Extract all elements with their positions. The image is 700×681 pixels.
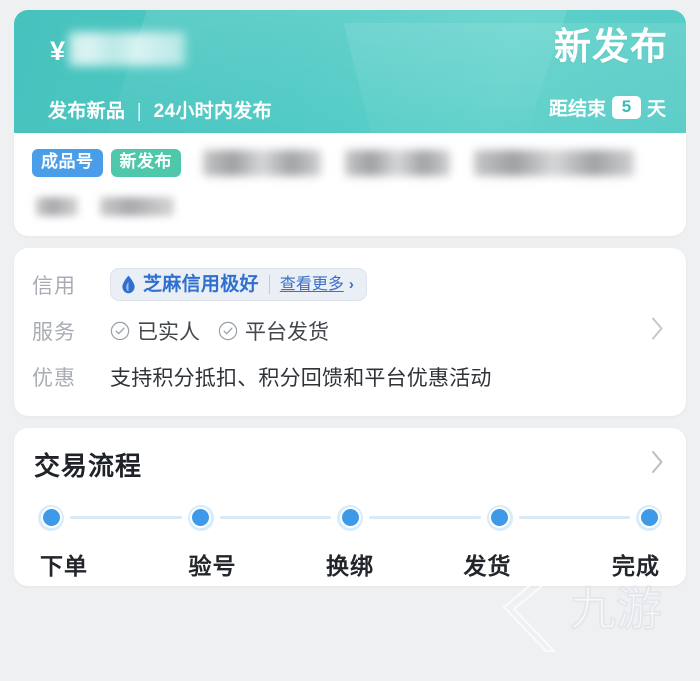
banner-subtitle-secondary: 24小时内发布 <box>153 101 272 122</box>
step-label-verify: 验号 <box>188 552 237 579</box>
flow-chevron-right-icon[interactable] <box>649 448 666 481</box>
product-subtitle-segment <box>36 196 78 216</box>
credit-row: 信用 芝麻信用极好 查看更多 › <box>32 262 668 308</box>
product-subtitle-masked <box>36 196 668 216</box>
step-connector <box>219 516 331 520</box>
countdown-prefix: 距结束 <box>548 99 606 120</box>
step-dot-complete <box>636 504 662 531</box>
step-dot-core <box>341 509 359 527</box>
service-row[interactable]: 服务 已实人 平台发货 <box>32 308 668 354</box>
product-info-card: 信用 芝麻信用极好 查看更多 › 服务 已实人 平台发货 优惠 支持积分抵扣、积… <box>14 247 686 416</box>
service-item-list: 已实人 平台发货 <box>110 316 329 346</box>
product-title-segment <box>345 149 450 176</box>
transaction-flow-card[interactable]: 交易流程 下单 验号 换绑 发货 完成 <box>14 427 686 586</box>
banner-title: 新发布 <box>554 26 668 67</box>
step-dot-verify <box>187 504 214 531</box>
service-item-label: 平台发货 <box>245 320 329 344</box>
banner-subtitle: 发布新品 | 24小时内发布 <box>48 96 272 123</box>
product-tag-category: 成品号 <box>32 149 103 177</box>
banner-subtitle-separator: | <box>136 101 143 122</box>
countdown-suffix: 天 <box>646 99 666 120</box>
step-dot-track <box>38 504 662 531</box>
view-more-link[interactable]: 查看更多 <box>280 276 344 293</box>
step-dot-ship <box>486 504 513 531</box>
countdown: 距结束 5 天 <box>549 94 666 121</box>
service-item-label: 已实人 <box>137 320 200 344</box>
watermark-text: 九游 <box>570 583 662 635</box>
service-item-platform-shipping: 平台发货 <box>218 316 329 346</box>
step-label-order: 下单 <box>40 552 88 579</box>
transaction-flow-steps: 下单 验号 换绑 发货 完成 <box>34 504 666 581</box>
step-label-complete: 完成 <box>612 552 660 579</box>
product-title-masked <box>203 149 668 176</box>
promo-row-label: 优惠 <box>32 366 76 390</box>
sesame-drop-icon <box>122 275 135 294</box>
promo-description: 支持积分抵扣、积分回馈和平台优惠活动 <box>110 366 492 390</box>
badge-divider <box>268 275 270 295</box>
price-block: ¥ <box>50 32 186 67</box>
credit-row-label: 信用 <box>32 274 76 298</box>
product-title-segment <box>474 149 634 176</box>
countdown-days: 5 <box>611 96 641 119</box>
product-title-card[interactable]: 成品号 新发布 <box>14 133 686 236</box>
product-detail-page: ¥ 发布新品 | 24小时内发布 新发布 距结束 5 天 成品号 新发布 信用 … <box>0 0 700 681</box>
step-dot-core <box>42 509 60 527</box>
promo-row: 优惠 支持积分抵扣、积分回馈和平台优惠活动 <box>32 354 668 400</box>
step-dot-order <box>38 504 64 531</box>
sesame-credit-text: 芝麻信用极好 <box>143 274 259 296</box>
chevron-right-icon: › <box>348 276 354 294</box>
step-connector <box>70 516 182 520</box>
step-connector <box>518 516 630 520</box>
check-circle-icon <box>110 321 130 340</box>
transaction-flow-title: 交易流程 <box>34 450 143 481</box>
step-dot-core <box>640 509 658 527</box>
currency-symbol: ¥ <box>50 36 66 66</box>
product-tag-status: 新发布 <box>110 149 181 177</box>
step-label-row: 下单 验号 换绑 发货 完成 <box>38 547 662 581</box>
product-subtitle-segment <box>100 196 174 216</box>
banner-subtitle-primary: 发布新品 <box>48 101 126 122</box>
service-item-verified: 已实人 <box>110 316 200 346</box>
price-value-masked <box>69 32 186 66</box>
promo-banner: ¥ 发布新品 | 24小时内发布 新发布 距结束 5 天 <box>14 10 686 133</box>
product-tag-row: 成品号 新发布 <box>32 149 668 177</box>
check-circle-icon <box>218 321 238 340</box>
step-label-rebind: 换绑 <box>326 552 374 579</box>
product-title-segment <box>203 149 321 176</box>
step-label-ship: 发货 <box>463 552 512 579</box>
step-connector <box>369 516 481 520</box>
service-row-label: 服务 <box>32 320 76 344</box>
transaction-flow-header: 交易流程 <box>34 446 666 483</box>
step-dot-rebind <box>337 504 363 531</box>
sesame-credit-badge[interactable]: 芝麻信用极好 查看更多 › <box>110 268 367 302</box>
service-row-chevron-icon <box>649 314 666 347</box>
